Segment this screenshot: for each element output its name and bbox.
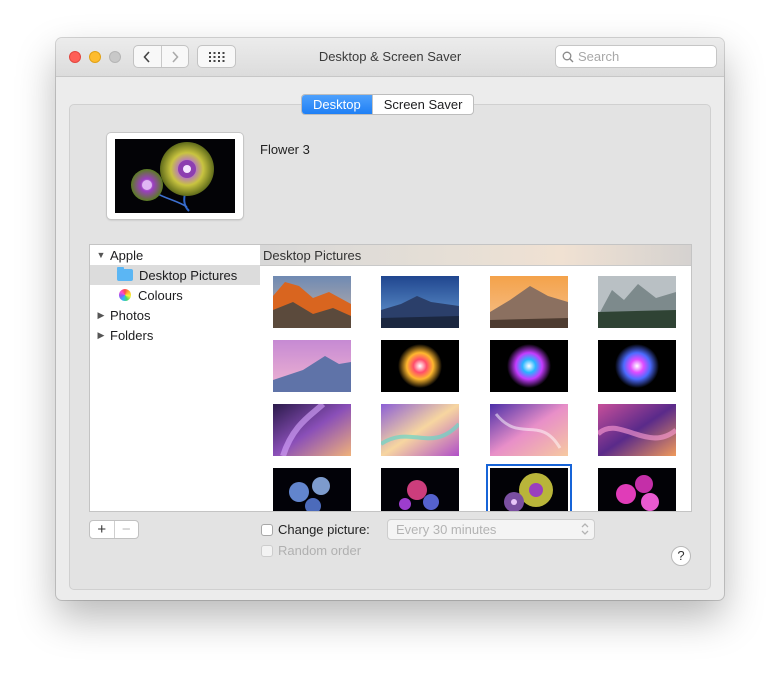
wallpaper-thumbnail-selected[interactable]: [490, 468, 568, 511]
random-order-checkbox[interactable]: [261, 545, 273, 557]
wallpaper-gallery: Desktop Pictures: [260, 244, 692, 512]
search-input[interactable]: [578, 49, 708, 64]
sidebar-item-desktop-pictures[interactable]: Desktop Pictures: [90, 265, 260, 285]
wallpaper-thumbnail[interactable]: [381, 340, 459, 392]
wallpaper-thumbnail[interactable]: [381, 404, 459, 456]
tab-screen-saver[interactable]: Screen Saver: [371, 95, 474, 114]
wallpaper-thumbnail[interactable]: [598, 276, 676, 328]
chevron-left-icon: [143, 50, 150, 63]
chevron-right-icon: [172, 50, 179, 63]
sidebar-item-photos[interactable]: ▶ Photos: [90, 305, 260, 325]
updown-chevron-icon: [581, 523, 589, 535]
minimize-window-button[interactable]: [89, 51, 101, 63]
wallpaper-thumbnail[interactable]: [598, 404, 676, 456]
forward-button[interactable]: [160, 46, 189, 67]
change-picture-label: Change picture:: [278, 522, 370, 537]
wallpaper-thumbnail[interactable]: [273, 468, 351, 511]
add-folder-button[interactable]: +: [90, 521, 114, 538]
color-wheel-icon: [119, 289, 131, 301]
search-field[interactable]: [555, 45, 717, 68]
sidebar-item-apple[interactable]: ▼ Apple: [90, 245, 260, 265]
wallpaper-thumbnail[interactable]: [273, 340, 351, 392]
help-button[interactable]: ?: [671, 546, 691, 566]
remove-folder-button[interactable]: −: [113, 521, 139, 538]
wallpaper-thumbnail[interactable]: [490, 340, 568, 392]
random-order-label: Random order: [278, 543, 362, 558]
wallpaper-thumbnail[interactable]: [490, 276, 568, 328]
window-title: Desktop & Screen Saver: [318, 49, 462, 64]
navigation-buttons: [133, 45, 189, 68]
search-icon: [562, 51, 574, 62]
disclosure-collapsed-icon[interactable]: ▶: [96, 310, 106, 321]
sidebar-item-label: Photos: [110, 307, 151, 323]
add-remove-buttons: + −: [89, 520, 139, 539]
wallpaper-name: Flower 3: [260, 142, 310, 157]
wallpaper-thumbnail[interactable]: [490, 404, 568, 456]
wallpaper-thumbnail[interactable]: [273, 276, 351, 328]
gallery-header: Desktop Pictures: [260, 245, 691, 266]
sidebar-item-folders[interactable]: ▶ Folders: [90, 325, 260, 345]
folder-icon: [117, 267, 133, 281]
title-bar: Desktop & Screen Saver: [56, 38, 724, 77]
wallpaper-thumbnail[interactable]: [273, 404, 351, 456]
disclosure-collapsed-icon[interactable]: ▶: [96, 330, 106, 341]
disclosure-expanded-icon[interactable]: ▼: [96, 250, 106, 260]
sidebar-item-label: Apple: [110, 247, 144, 263]
sidebar-item-colours[interactable]: Colours: [90, 285, 260, 305]
show-all-button[interactable]: [197, 45, 236, 68]
tab-desktop[interactable]: Desktop: [302, 95, 372, 114]
sidebar-item-label: Desktop Pictures: [139, 267, 238, 283]
change-picture-checkbox[interactable]: [261, 524, 273, 536]
close-window-button[interactable]: [69, 51, 81, 63]
flower-preview-image: [115, 139, 235, 213]
source-list: ▼ Apple Desktop Pictures Colours ▶ Photo…: [89, 244, 261, 512]
zoom-window-button[interactable]: [109, 51, 121, 63]
wallpaper-thumbnail[interactable]: [381, 276, 459, 328]
interval-popup[interactable]: Every 30 minutes: [387, 519, 595, 540]
grid-icon: [208, 51, 224, 62]
preferences-window: Desktop & Screen Saver Desktop Screen Sa…: [56, 38, 724, 600]
wallpaper-thumbnail[interactable]: [598, 468, 676, 511]
tab-bar: Desktop Screen Saver: [301, 94, 475, 115]
sidebar-item-label: Colours: [138, 287, 183, 303]
sidebar-item-label: Folders: [110, 327, 154, 343]
back-button[interactable]: [134, 46, 161, 67]
wallpaper-thumbnail[interactable]: [598, 340, 676, 392]
wallpaper-thumbnail[interactable]: [381, 468, 459, 511]
interval-value: Every 30 minutes: [396, 522, 497, 537]
wallpaper-preview: [107, 133, 243, 219]
